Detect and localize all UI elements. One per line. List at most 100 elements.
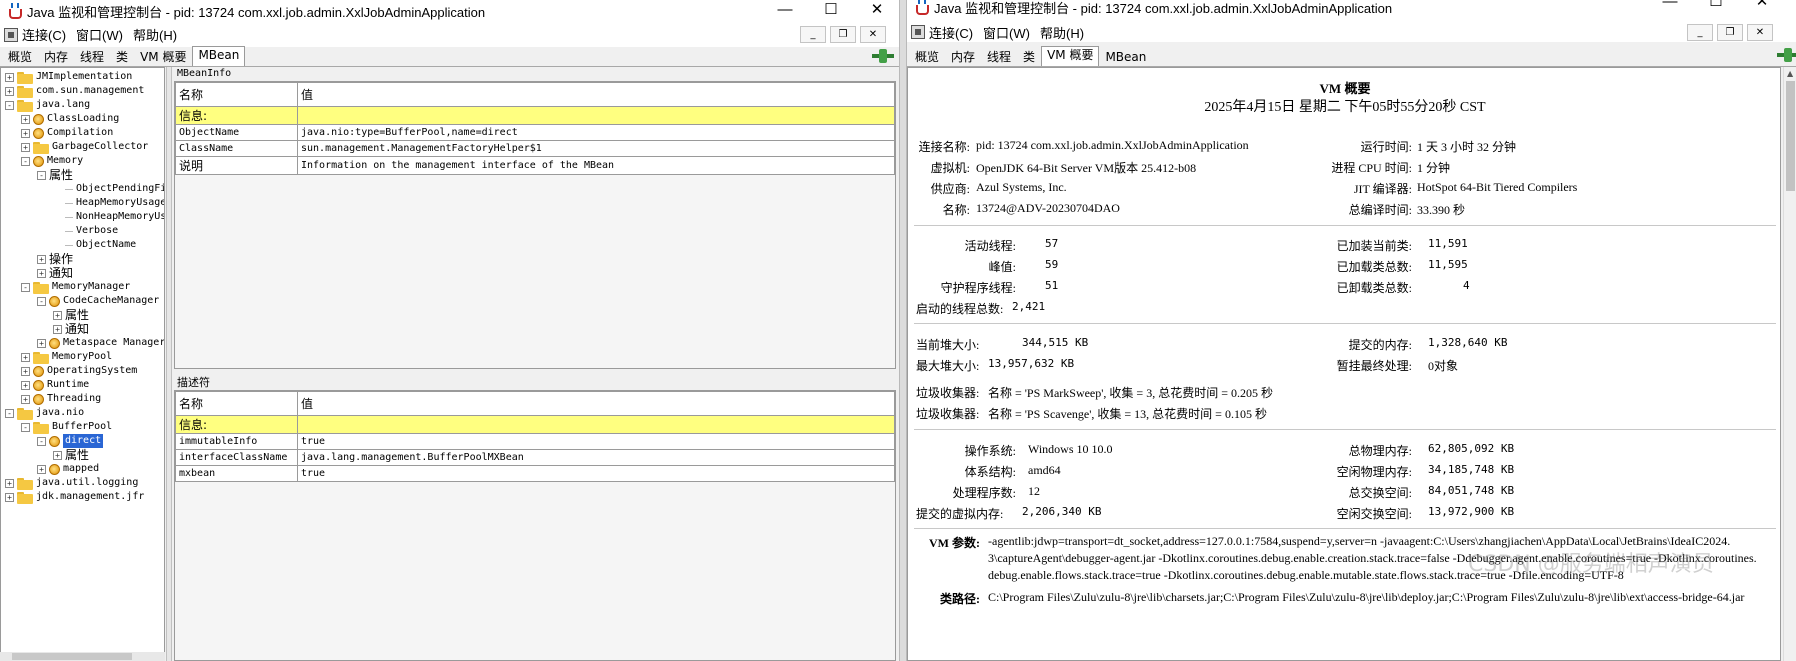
tree-node[interactable]: ObjectPendingFinal [53,182,164,196]
scroll-up-icon[interactable]: ▲ [1787,69,1793,78]
mdi-close-icon[interactable]: ✕ [1747,24,1773,41]
tree-node[interactable]: - java.lang [5,98,90,112]
menu-help[interactable]: 帮助(H) [1040,23,1084,42]
minimize-icon[interactable]: — [1647,0,1693,14]
close-icon[interactable]: ✕ [854,0,899,22]
menu-window[interactable]: 窗口(W) [76,25,123,44]
mdi-close-icon[interactable]: ✕ [860,26,886,43]
expand-icon[interactable]: + [37,268,46,278]
summary-vertical-scrollbar[interactable]: ▲ [1783,67,1796,661]
tab-classes[interactable]: 类 [1017,48,1041,66]
collapse-icon[interactable]: - [21,422,30,432]
mbean-tree[interactable]: + JMImplementation + com.sun.management - jav… [0,67,165,661]
tree-node[interactable]: + mapped [37,462,99,476]
internal-frame-icon[interactable] [911,25,925,39]
tree-node[interactable]: - Memory [21,154,83,168]
maximize-icon[interactable]: ☐ [1693,0,1739,14]
tree-node[interactable]: - direct [37,433,105,449]
tree-node[interactable]: + JMImplementation [5,70,132,84]
tree-node[interactable]: + 通知 [37,266,73,280]
tab-mbean[interactable]: MBean [1099,48,1152,66]
tree-node[interactable]: + jdk.management.jfr [5,490,144,504]
tree-node[interactable]: - CodeCacheManager [37,294,159,308]
minimize-icon[interactable]: — [762,0,808,22]
table-row[interactable]: ObjectName java.nio:type=BufferPool,name=… [175,124,895,141]
scroll-thumb[interactable] [12,653,132,660]
tab-vm-summary[interactable]: VM 概要 [134,48,192,66]
table-row[interactable]: mxbean true [175,465,895,482]
mdi-minimize-icon[interactable]: _ [800,26,826,43]
connection-plug-icon[interactable] [1777,48,1796,62]
collapse-icon[interactable]: - [5,100,14,110]
tree-node[interactable]: + Runtime [21,378,89,392]
menu-connection[interactable]: 连接(C) [929,23,973,42]
expand-icon[interactable]: + [21,142,30,152]
left-title-bar[interactable]: Java 监视和管理控制台 - pid: 13724 com.xxl.job.a… [0,0,899,22]
tree-node[interactable]: + com.sun.management [5,84,144,98]
tree-node[interactable]: + 属性 [53,448,89,462]
expand-icon[interactable]: + [53,324,62,334]
mdi-minimize-icon[interactable]: _ [1687,24,1713,41]
expand-icon[interactable]: + [53,450,62,460]
menu-help[interactable]: 帮助(H) [133,25,177,44]
table-row[interactable]: interfaceClassName java.lang.management.B… [175,449,895,466]
expand-icon[interactable]: + [21,394,30,404]
connection-plug-icon[interactable] [872,49,894,63]
collapse-icon[interactable]: - [37,436,46,446]
split-pane-divider[interactable] [166,67,172,661]
tree-node[interactable]: NonHeapMemoryUsage [53,210,164,224]
tree-node[interactable]: + Compilation [21,126,113,140]
expand-icon[interactable]: + [5,86,14,96]
tab-mbean[interactable]: MBean [192,46,246,66]
expand-icon[interactable]: + [37,338,46,348]
tree-node[interactable]: - java.nio [5,406,84,420]
expand-icon[interactable]: + [21,114,30,124]
tree-node[interactable]: + 操作 [37,252,73,266]
tab-memory[interactable]: 内存 [945,48,981,66]
mdi-restore-icon[interactable]: ❐ [1717,24,1743,41]
expand-icon[interactable]: + [21,352,30,362]
mdi-restore-icon[interactable]: ❐ [830,26,856,43]
expand-icon[interactable]: + [5,492,14,502]
tree-node[interactable]: + ClassLoading [21,112,119,126]
tree-horizontal-scrollbar[interactable] [0,652,165,661]
tree-node[interactable]: HeapMemoryUsage [53,196,164,210]
expand-icon[interactable]: + [5,72,14,82]
collapse-icon[interactable]: - [21,282,30,292]
tab-threads[interactable]: 线程 [74,48,110,66]
expand-icon[interactable]: + [53,310,62,320]
collapse-icon[interactable]: - [21,156,30,166]
tree-node[interactable]: + 通知 [53,322,89,336]
tree-node[interactable]: - MemoryManager [21,280,130,294]
tree-node[interactable]: + OperatingSystem [21,364,137,378]
tree-node[interactable]: + GarbageCollector [21,140,148,154]
collapse-icon[interactable]: - [37,296,46,306]
table-row[interactable]: ClassName sun.management.ManagementFactor… [175,140,895,157]
expand-icon[interactable]: + [37,254,46,264]
col-header-value[interactable]: 值 [297,82,895,107]
col-header-name[interactable]: 名称 [175,391,298,416]
tree-node[interactable]: + MemoryPool [21,350,112,364]
col-header-name[interactable]: 名称 [175,82,298,107]
tab-overview[interactable]: 概览 [2,48,38,66]
tree-node[interactable]: Verbose [53,224,118,238]
tab-memory[interactable]: 内存 [38,48,74,66]
expand-icon[interactable]: + [37,464,46,474]
tab-classes[interactable]: 类 [110,48,134,66]
tree-node[interactable]: - 属性 [37,168,73,182]
menu-window[interactable]: 窗口(W) [983,23,1030,42]
col-header-value[interactable]: 值 [297,391,895,416]
expand-icon[interactable]: + [5,478,14,488]
tab-overview[interactable]: 概览 [909,48,945,66]
menu-connection[interactable]: 连接(C) [22,25,66,44]
tree-node[interactable]: ObjectName [53,238,136,252]
expand-icon[interactable]: + [21,128,30,138]
tab-vm-summary[interactable]: VM 概要 [1041,46,1100,66]
tree-node[interactable]: + Metaspace Manager [37,336,164,350]
table-row[interactable]: immutableInfo true [175,433,895,450]
tree-node[interactable]: + 属性 [53,308,89,322]
tab-threads[interactable]: 线程 [981,48,1017,66]
expand-icon[interactable]: + [21,380,30,390]
table-row[interactable]: 说明 Information on the management interfac… [175,156,895,175]
right-title-bar[interactable]: Java 监视和管理控制台 - pid: 13724 com.xxl.job.a… [907,0,1796,22]
